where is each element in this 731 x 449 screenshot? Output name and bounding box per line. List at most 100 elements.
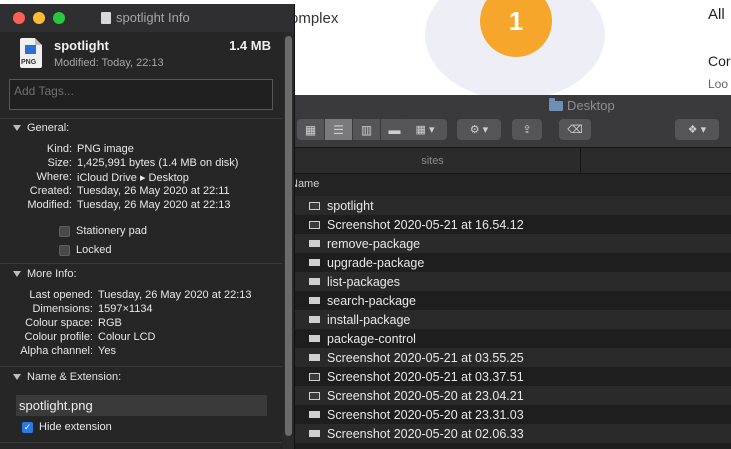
dropbox-icon: ❖ ▾ bbox=[687, 124, 707, 136]
row-value: 1597×1134 bbox=[98, 303, 153, 315]
file-row[interactable]: spotlight bbox=[295, 196, 731, 215]
finder-title: Desktop bbox=[549, 97, 615, 113]
row-key: Dimensions: bbox=[32, 303, 93, 315]
file-row[interactable]: Screenshot 2020-05-21 at 03.55.25 bbox=[295, 348, 731, 367]
zoom-window-button[interactable] bbox=[53, 12, 65, 24]
file-name: Screenshot 2020-05-21 at 16.54.12 bbox=[327, 217, 524, 232]
section-divider bbox=[0, 118, 282, 119]
background-right-text: All bbox=[708, 6, 725, 23]
file-name: search-package bbox=[327, 293, 416, 308]
row-key: Colour space: bbox=[25, 317, 93, 329]
row-key: Alpha channel: bbox=[20, 345, 93, 357]
grid-icon: ▦ ▾ bbox=[415, 124, 435, 136]
executable-file-icon bbox=[309, 316, 320, 323]
column-view-icon[interactable]: ▥ bbox=[353, 119, 381, 140]
document-icon bbox=[101, 11, 111, 24]
image-file-icon bbox=[309, 391, 320, 400]
info-file-name: spotlight bbox=[54, 38, 109, 53]
background-right-heading: Cor bbox=[708, 53, 731, 69]
file-name: Screenshot 2020-05-20 at 23.31.03 bbox=[327, 407, 524, 422]
finder-tab-bar: sites bbox=[285, 148, 731, 174]
disclosure-triangle-icon bbox=[13, 125, 21, 131]
image-file-icon bbox=[309, 201, 320, 210]
hide-extension-checkbox[interactable]: ✓ Hide extension bbox=[22, 421, 112, 433]
checkbox-box[interactable] bbox=[59, 244, 70, 256]
list-view-icon[interactable]: ☰ bbox=[325, 119, 353, 140]
row-value: Tuesday, 26 May 2020 at 22:13 bbox=[77, 199, 231, 211]
group-by-button[interactable]: ▦ ▾ bbox=[403, 119, 447, 140]
tab-sites[interactable]: sites bbox=[285, 148, 581, 173]
finder-titlebar: Desktop ▦ ☰ ▥ ▬ ▦ ▾ ⚙ ▾ ⇪ ⌫ ❖ ▾ bbox=[285, 95, 731, 148]
file-row[interactable]: Screenshot 2020-05-21 at 16.54.12 bbox=[295, 215, 731, 234]
background-title-fragment: omplex bbox=[290, 10, 339, 27]
file-name: spotlight bbox=[327, 198, 374, 213]
view-mode-segmented-control: ▦ ☰ ▥ ▬ bbox=[297, 119, 409, 140]
row-value: Yes bbox=[98, 345, 116, 357]
executable-file-icon bbox=[309, 259, 320, 266]
row-value: Tuesday, 26 May 2020 at 22:13 bbox=[98, 289, 252, 301]
name-extension-section-toggle[interactable]: Name & Extension: bbox=[13, 371, 121, 383]
more-info-section-toggle[interactable]: More Info: bbox=[13, 268, 77, 280]
checkbox-box[interactable] bbox=[59, 225, 70, 237]
executable-file-icon bbox=[309, 240, 320, 247]
locked-label: Locked bbox=[76, 244, 112, 256]
file-name: Screenshot 2020-05-21 at 03.55.25 bbox=[327, 350, 524, 365]
file-row[interactable]: package-control bbox=[295, 329, 731, 348]
file-name: install-package bbox=[327, 312, 411, 327]
section-divider bbox=[0, 263, 282, 264]
general-section-heading: General: bbox=[27, 122, 70, 134]
icon-view-icon[interactable]: ▦ bbox=[297, 119, 325, 140]
locked-checkbox[interactable]: Locked bbox=[59, 244, 111, 256]
file-row[interactable]: install-package bbox=[295, 310, 731, 329]
checkmark-icon[interactable]: ✓ bbox=[22, 421, 33, 433]
file-row[interactable]: remove-package bbox=[295, 234, 731, 253]
row-key: Kind: bbox=[46, 143, 72, 155]
tags-input[interactable]: Add Tags... bbox=[9, 79, 273, 110]
disclosure-triangle-icon bbox=[13, 374, 21, 380]
file-row[interactable]: upgrade-package bbox=[295, 253, 731, 272]
file-name: remove-package bbox=[327, 236, 421, 251]
dropbox-button[interactable]: ❖ ▾ bbox=[675, 119, 719, 140]
row-key: Last opened: bbox=[29, 289, 93, 301]
finder-title-label: Desktop bbox=[567, 98, 615, 113]
info-modified-summary: Modified: Today, 22:13 bbox=[54, 57, 164, 69]
close-window-button[interactable] bbox=[13, 12, 25, 24]
info-window-title: spotlight Info bbox=[101, 10, 190, 25]
action-button[interactable]: ⚙ ▾ bbox=[457, 119, 501, 140]
file-row[interactable]: Screenshot 2020-05-21 at 03.37.51 bbox=[295, 367, 731, 386]
row-value: RGB bbox=[98, 317, 122, 329]
file-row[interactable]: Screenshot 2020-05-20 at 02.06.33 bbox=[295, 424, 731, 443]
share-icon: ⇪ bbox=[522, 124, 532, 136]
minimize-window-button[interactable] bbox=[33, 12, 45, 24]
edit-tags-button[interactable]: ⌫ bbox=[559, 119, 591, 140]
file-list: spotlight Screenshot 2020-05-21 at 16.54… bbox=[295, 196, 731, 443]
row-value: PNG image bbox=[77, 143, 134, 155]
file-row[interactable]: list-packages bbox=[295, 272, 731, 291]
general-section-toggle[interactable]: General: bbox=[13, 122, 69, 134]
file-name: list-packages bbox=[327, 274, 400, 289]
background-right-subtext: Loo bbox=[708, 77, 729, 91]
info-window-title-label: spotlight Info bbox=[116, 10, 190, 25]
file-name-field[interactable]: spotlight.png bbox=[16, 395, 267, 416]
share-button[interactable]: ⇪ bbox=[512, 119, 542, 140]
row-key: Where: bbox=[36, 171, 72, 183]
finder-window: Desktop ▦ ☰ ▥ ▬ ▦ ▾ ⚙ ▾ ⇪ ⌫ ❖ ▾ sites Na… bbox=[285, 95, 731, 449]
hide-extension-label: Hide extension bbox=[39, 421, 112, 433]
info-window: spotlight Info spotlight 1.4 MB Modified… bbox=[0, 4, 295, 449]
scrollbar-thumb[interactable] bbox=[285, 36, 292, 436]
file-row[interactable]: Screenshot 2020-05-20 at 23.31.03 bbox=[295, 405, 731, 424]
executable-file-icon bbox=[309, 354, 320, 361]
file-row[interactable]: search-package bbox=[295, 291, 731, 310]
executable-file-icon bbox=[309, 278, 320, 285]
gear-icon: ⚙ ▾ bbox=[469, 124, 489, 136]
stationery-pad-checkbox[interactable]: Stationery pad bbox=[59, 225, 147, 237]
file-row[interactable]: Screenshot 2020-05-20 at 23.04.21 bbox=[295, 386, 731, 405]
image-file-icon bbox=[309, 220, 320, 229]
more-info-section-heading: More Info: bbox=[27, 268, 77, 280]
section-divider bbox=[0, 442, 282, 443]
info-file-size: 1.4 MB bbox=[229, 38, 271, 53]
row-key: Colour profile: bbox=[24, 331, 93, 343]
row-value: Colour LCD bbox=[98, 331, 156, 343]
info-scrollbar[interactable] bbox=[283, 32, 294, 449]
folder-icon bbox=[549, 97, 563, 111]
